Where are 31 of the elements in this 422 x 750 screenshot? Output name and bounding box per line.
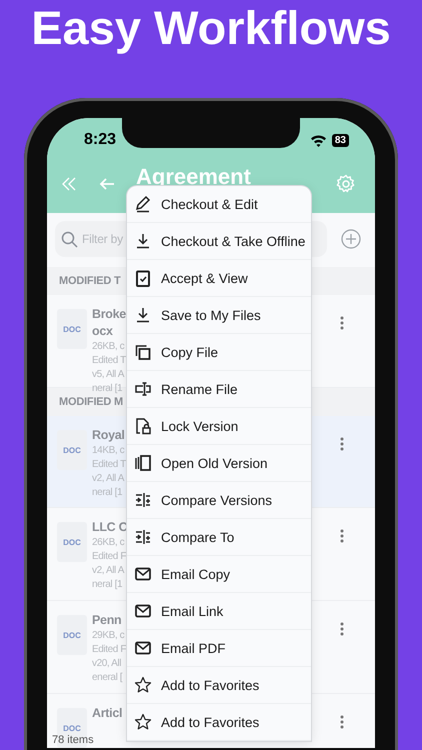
- file-name: ocx: [92, 323, 114, 340]
- file-details: neral [1: [92, 486, 124, 500]
- file-name: Royal: [92, 427, 126, 444]
- file-details: Edited F: [92, 550, 126, 564]
- section-header: MODIFIED T: [59, 275, 121, 287]
- file-details: v2, All A: [92, 472, 126, 486]
- file-details: v5, All A: [92, 368, 126, 382]
- document-icon: DOC: [57, 430, 87, 470]
- file-name: Penn: [92, 612, 122, 629]
- battery-indicator: 83: [332, 134, 349, 146]
- file-details: 29KB, c: [92, 629, 126, 643]
- file-details: eneral [: [92, 671, 124, 685]
- file-details: Edited F: [92, 643, 126, 657]
- file-name: Articl: [92, 705, 124, 722]
- file-details: neral [1: [92, 578, 124, 592]
- file-details: 26KB, c: [92, 536, 126, 550]
- file-details: v2, All A: [92, 564, 126, 578]
- document-icon: DOC: [57, 522, 87, 562]
- status-time: 8:23: [84, 131, 116, 149]
- item-count: 78 items: [51, 734, 95, 746]
- file-details: 26KB, c: [92, 340, 126, 354]
- file-details: Edited T: [92, 458, 126, 472]
- file-details: v20, All: [92, 657, 122, 671]
- document-icon: DOC: [57, 309, 87, 349]
- file-details: Edited T: [92, 354, 126, 368]
- file-name: Broke: [92, 306, 126, 323]
- section-header: MODIFIED M: [59, 396, 123, 408]
- file-details: 14KB, c: [92, 444, 126, 458]
- file-details: neral [1: [92, 382, 124, 396]
- document-icon: DOC: [57, 615, 87, 655]
- headline: Easy Workflows: [30, 0, 392, 56]
